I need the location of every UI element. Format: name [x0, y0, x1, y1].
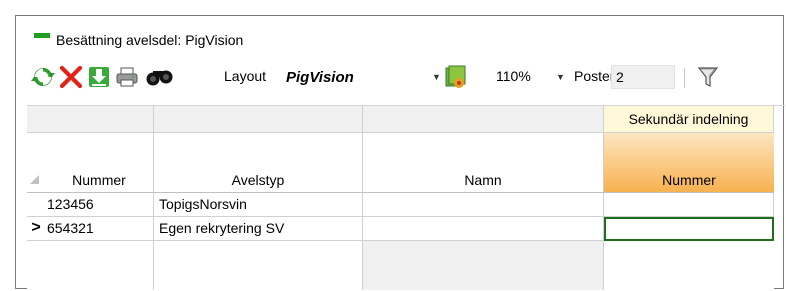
download-icon — [89, 67, 109, 87]
toolbar: Layout PigVision ▼ 110% ▼ Poster 2 — [26, 62, 776, 92]
layout-settings-button[interactable] — [442, 64, 470, 90]
filter-icon — [697, 67, 719, 87]
cell-avelstyp[interactable]: TopigsNorsvin — [154, 193, 363, 217]
cell-secondary-nummer[interactable] — [604, 193, 774, 217]
layout-settings-icon — [445, 65, 466, 88]
layout-value: PigVision — [286, 68, 354, 86]
column-header-label: Avelstyp — [231, 172, 285, 188]
download-button[interactable] — [86, 64, 112, 90]
filter-button[interactable] — [694, 64, 722, 90]
toolbar-divider — [684, 68, 685, 88]
delete-icon — [59, 65, 83, 89]
cell-nummer[interactable]: 123456 — [27, 193, 154, 217]
cell-avelstyp[interactable]: Egen rekrytering SV — [154, 217, 363, 241]
poster-count-field: 2 — [611, 65, 675, 89]
zoom-value: 110% — [496, 68, 531, 84]
group-band-empty — [154, 106, 363, 133]
column-header-label: Nummer — [662, 172, 716, 188]
poster-count-value: 2 — [616, 69, 624, 85]
cell-namn[interactable] — [363, 193, 604, 217]
empty-grid-area — [27, 241, 154, 290]
print-icon — [116, 67, 138, 87]
group-band-empty — [27, 106, 154, 133]
empty-grid-area — [363, 241, 604, 290]
poster-label: Poster — [574, 68, 615, 84]
print-button[interactable] — [114, 64, 140, 90]
layout-label: Layout — [224, 68, 267, 84]
find-button[interactable] — [144, 64, 176, 90]
column-header-label: Nummer — [72, 172, 126, 188]
window-titlebar: Besättning avelsdel: PigVision — [34, 30, 243, 50]
column-header-namn[interactable]: Namn — [363, 133, 604, 193]
table-row[interactable]: 123456 TopigsNorsvin — [27, 193, 785, 217]
binoculars-icon — [146, 70, 173, 86]
chevron-down-icon[interactable]: ▼ — [432, 72, 441, 82]
data-grid: Sekundär indelning Nummer Avelstyp Namn … — [27, 105, 785, 290]
table-row[interactable]: > 654321 Egen rekrytering SV — [27, 217, 785, 241]
column-header-avelstyp[interactable]: Avelstyp — [154, 133, 363, 193]
zoom-select[interactable]: 110% ▼ — [492, 66, 572, 88]
group-header-secondary: Sekundär indelning — [604, 106, 774, 133]
cell-namn[interactable] — [363, 217, 604, 241]
cell-secondary-nummer-selected[interactable] — [604, 217, 774, 241]
column-header-secondary-nummer[interactable]: Nummer — [604, 133, 774, 193]
select-all-corner[interactable] — [30, 175, 39, 184]
column-header-nummer[interactable]: Nummer — [27, 133, 154, 193]
empty-grid-area — [604, 241, 774, 290]
refresh-icon — [31, 68, 55, 86]
delete-button[interactable] — [58, 64, 84, 90]
column-header-label: Namn — [464, 172, 502, 188]
title-mark-icon — [34, 32, 50, 38]
window-title: Besättning avelsdel: PigVision — [56, 32, 244, 48]
chevron-down-icon[interactable]: ▼ — [556, 72, 565, 82]
empty-grid-area — [154, 241, 363, 290]
refresh-button[interactable] — [30, 64, 56, 90]
group-band-empty — [363, 106, 604, 133]
cell-nummer[interactable]: 654321 — [27, 217, 154, 241]
